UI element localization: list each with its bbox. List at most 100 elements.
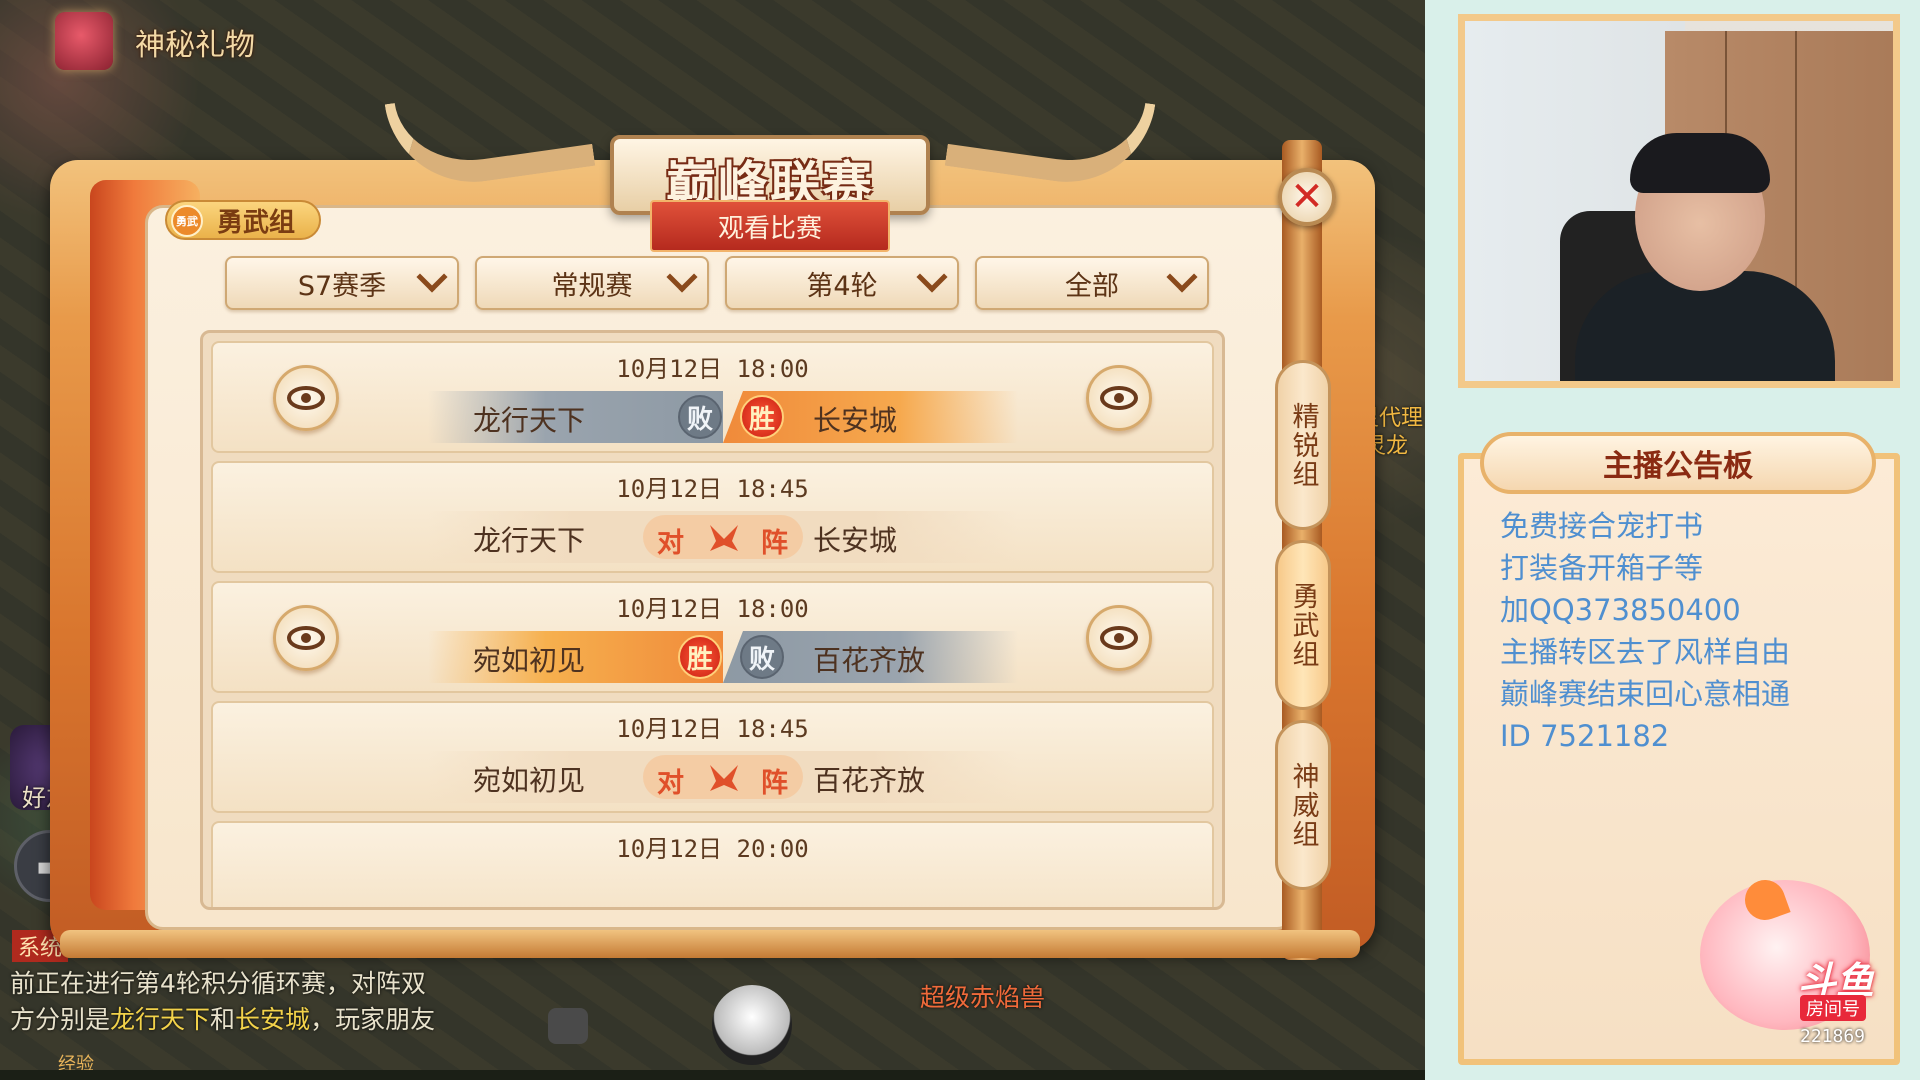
group-badge: 勇武 勇武组 [165, 200, 322, 240]
match-time: 10月12日 18:45 [616, 475, 809, 503]
watch-replay-button[interactable] [1086, 605, 1152, 671]
group-badge-icon: 勇武 [171, 205, 203, 237]
board-line: 打装备开箱子等 [1500, 551, 1704, 585]
dropdown-label: 常规赛 [551, 270, 633, 302]
exp-label: 经验 [58, 1054, 94, 1070]
camera-icon[interactable] [548, 1008, 588, 1044]
match-time: 10月12日 18:45 [616, 715, 809, 743]
team-right-name: 长安城 [813, 404, 898, 437]
round-dropdown[interactable]: 第4轮 [725, 256, 959, 310]
match-bar: 对阵宛如初见 百花齐放 [428, 751, 1018, 803]
msg-team-a: 龙行天下 [110, 1005, 211, 1034]
eye-icon [287, 386, 325, 410]
watch-replay-button[interactable] [1086, 365, 1152, 431]
board-line: 巅峰赛结束回心意相通 [1500, 677, 1791, 711]
tab-label: 神威组 [1287, 761, 1319, 849]
streamer-hair [1630, 133, 1770, 193]
game-viewport: 神秘礼物 焕灵代理 超级灵龙 好友 ▬ 系统 前正在进行第4轮积分循环赛，对阵双… [0, 0, 1425, 1070]
tab-brave-group[interactable]: 勇武组 [1275, 540, 1331, 710]
versus-left-char: 对 [657, 528, 684, 559]
season-dropdown[interactable]: S7赛季 [225, 256, 459, 310]
team-right-name: 长安城 [813, 524, 898, 557]
match-bar: 对阵龙行天下 长安城 [428, 511, 1018, 563]
close-icon: ✕ [1290, 174, 1324, 220]
team-left-name: 宛如初见 [473, 764, 586, 797]
match-time: 10月12日 20:00 [616, 835, 809, 863]
gift-label[interactable]: 神秘礼物 [135, 20, 255, 64]
match-row[interactable]: 10月12日 18:45 对阵龙行天下 长安城 [211, 461, 1214, 573]
title-crown: 巅峰联赛 观看比赛 [384, 76, 1156, 252]
lose-badge: 败 [678, 395, 722, 439]
match-time: 10月12日 18:00 [616, 595, 809, 623]
dropdown-label: 第4轮 [806, 270, 878, 302]
msg-text: 方分别是 [10, 1005, 111, 1034]
match-time: 10月12日 18:00 [616, 355, 809, 383]
team-left-name: 宛如初见 [473, 644, 586, 677]
close-button[interactable]: ✕ [1278, 168, 1336, 226]
board-line: ID 7521182 [1500, 719, 1670, 753]
chevron-down-icon [416, 261, 448, 293]
room-label: 房间号 [1800, 995, 1866, 1021]
tab-elite-group[interactable]: 精锐组 [1275, 360, 1331, 530]
scope-dropdown[interactable]: 全部 [975, 256, 1209, 310]
watch-replay-button[interactable] [273, 365, 339, 431]
match-row[interactable]: 10月12日 18:45 对阵宛如初见 百花齐放 [211, 701, 1214, 813]
dialog-bottom-bar [60, 930, 1360, 958]
versus-pill: 对阵 [643, 755, 803, 799]
tab-divine-group[interactable]: 神威组 [1275, 720, 1331, 890]
match-bar: 胜败 宛如初见 百花齐放 [428, 631, 1018, 683]
stage-dropdown[interactable]: 常规赛 [475, 256, 709, 310]
versus-right-char: 阵 [761, 768, 788, 799]
crossed-swords-icon [710, 525, 738, 551]
room-id: 221869 [1800, 1026, 1866, 1047]
gift-icon[interactable] [55, 12, 113, 70]
board-line: 免费接合宠打书 [1500, 509, 1704, 543]
crossed-swords-icon [710, 765, 738, 791]
tab-label: 精锐组 [1287, 401, 1319, 489]
panda-pet-sprite [712, 985, 792, 1065]
board-line: 主播转区去了风样自由 [1500, 635, 1791, 669]
screen: 神秘礼物 焕灵代理 超级灵龙 好友 ▬ 系统 前正在进行第4轮积分循环赛，对阵双… [0, 0, 1920, 1080]
tab-label: 勇武组 [1287, 581, 1319, 669]
eye-icon [1100, 386, 1138, 410]
match-bar: 败胜 龙行天下 长安城 [428, 391, 1018, 443]
eye-icon [287, 626, 325, 650]
team-right-name: 百花齐放 [813, 764, 926, 797]
pet-name-label: 超级赤焰兽 [920, 983, 1046, 1012]
system-message: 前正在进行第4轮积分循环赛，对阵双 方分别是龙行天下和长安城，玩家朋友 [10, 966, 530, 1038]
chevron-down-icon [666, 261, 698, 293]
filter-bar: S7赛季 常规赛 第4轮 全部 [225, 256, 1209, 310]
eye-icon [1100, 626, 1138, 650]
group-badge-label: 勇武组 [217, 207, 296, 238]
msg-team-b: 长安城 [235, 1005, 311, 1034]
system-message-line2: 方分别是龙行天下和长安城，玩家朋友 [10, 1002, 530, 1038]
versus-right-char: 阵 [761, 528, 788, 559]
versus-pill: 对阵 [643, 515, 803, 559]
dialog-subtitle: 观看比赛 [717, 214, 822, 244]
win-badge: 胜 [678, 635, 722, 679]
match-row[interactable]: 10月12日 20:00 [211, 821, 1214, 907]
team-left-name: 龙行天下 [473, 524, 586, 557]
board-lines: 免费接合宠打书 打装备开箱子等 加QQ373850400 主播转区去了风样自由 … [1500, 505, 1890, 757]
dropdown-label: 全部 [1065, 270, 1119, 302]
dropdown-label: S7赛季 [297, 270, 387, 302]
lose-badge: 败 [740, 635, 784, 679]
match-row[interactable]: 10月12日 18:00 胜败 宛如初见 百花齐放 [211, 581, 1214, 693]
subtitle-ribbon: 观看比赛 [650, 200, 890, 252]
system-message-line1: 前正在进行第4轮积分循环赛，对阵双 [10, 969, 426, 998]
msg-text: ，玩家朋友 [310, 1005, 436, 1034]
chevron-down-icon [1166, 261, 1198, 293]
match-list[interactable]: 10月12日 18:00 败胜龙行天下 长安城 10月12日 18:45 对阵龙行天下长… [200, 330, 1225, 910]
board-line: 加QQ373850400 [1500, 593, 1741, 627]
watch-replay-button[interactable] [273, 605, 339, 671]
team-right-name: 百花齐放 [813, 644, 926, 677]
team-left-name: 龙行天下 [473, 404, 586, 437]
win-badge: 胜 [740, 395, 784, 439]
versus-left-char: 对 [657, 768, 684, 799]
msg-text: 和 [210, 1005, 236, 1034]
league-dialog: 巅峰联赛 观看比赛 ✕ 勇武 勇武组 S7赛季 常规赛 第4轮 全部 10月12… [50, 76, 1375, 960]
match-row[interactable]: 10月12日 18:00 败胜 龙行天下 长安城 [211, 341, 1214, 453]
webcam-feed [1458, 14, 1900, 388]
board-title: 主播公告板 [1603, 449, 1753, 484]
chevron-down-icon [916, 261, 948, 293]
